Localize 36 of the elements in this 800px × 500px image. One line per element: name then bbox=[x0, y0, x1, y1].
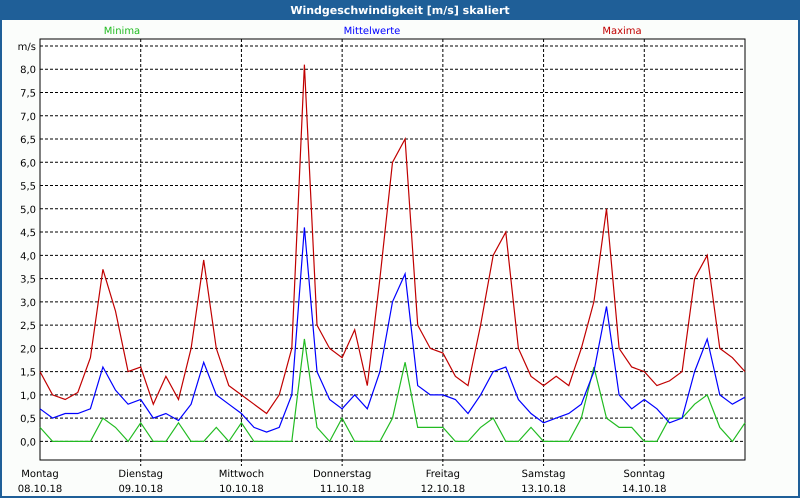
x-axis-label: Sonntag bbox=[624, 469, 666, 480]
y-axis-label: 3,0 bbox=[20, 298, 36, 309]
y-axis-label: 1,0 bbox=[20, 390, 36, 402]
y-axis-label: 8,0 bbox=[20, 65, 36, 76]
y-axis-label: 3,5 bbox=[20, 274, 36, 286]
y-axis-label: 6,5 bbox=[20, 135, 36, 146]
date-label: 14.10.18 bbox=[622, 484, 667, 495]
date-label: 13.10.18 bbox=[521, 484, 566, 495]
window-title: Windgeschwindigkeit [m/s] skaliert bbox=[0, 0, 800, 20]
x-axis-label: Montag bbox=[21, 469, 59, 480]
y-axis-label: 4,5 bbox=[20, 228, 36, 240]
x-axis-label: Freitag bbox=[426, 469, 460, 480]
y-axis-unit: m/s bbox=[18, 42, 36, 53]
y-axis-label: 5,5 bbox=[20, 182, 36, 193]
y-axis-label: 2,0 bbox=[20, 344, 36, 356]
y-axis-label: 0,5 bbox=[20, 414, 36, 426]
x-axis-label: Mittwoch bbox=[218, 469, 264, 480]
legend-label: Maxima bbox=[602, 26, 642, 37]
date-label: 12.10.18 bbox=[420, 484, 466, 495]
x-axis-label: Donnerstag bbox=[312, 469, 372, 480]
date-label: 11.10.18 bbox=[320, 484, 364, 495]
y-axis-label: 7,5 bbox=[20, 88, 36, 100]
date-label: 09.10.18 bbox=[118, 484, 163, 495]
y-axis-label: 7,0 bbox=[20, 112, 36, 123]
y-axis-label: 4,0 bbox=[20, 251, 36, 262]
x-axis-label: Samstag bbox=[522, 469, 566, 480]
date-label: 08.10.18 bbox=[18, 484, 62, 495]
y-axis-label: 2,5 bbox=[20, 321, 36, 332]
x-axis-label: Dienstag bbox=[118, 469, 163, 480]
y-axis-label: 5,0 bbox=[20, 204, 36, 216]
y-axis-label: 6,0 bbox=[20, 158, 36, 170]
date-label: 10.10.18 bbox=[219, 484, 264, 495]
legend-label: Mittelwerte bbox=[344, 26, 400, 37]
y-axis-label: 1,5 bbox=[20, 368, 36, 379]
legend-label: Minima bbox=[104, 26, 140, 37]
y-axis-label: 0,0 bbox=[20, 437, 36, 448]
